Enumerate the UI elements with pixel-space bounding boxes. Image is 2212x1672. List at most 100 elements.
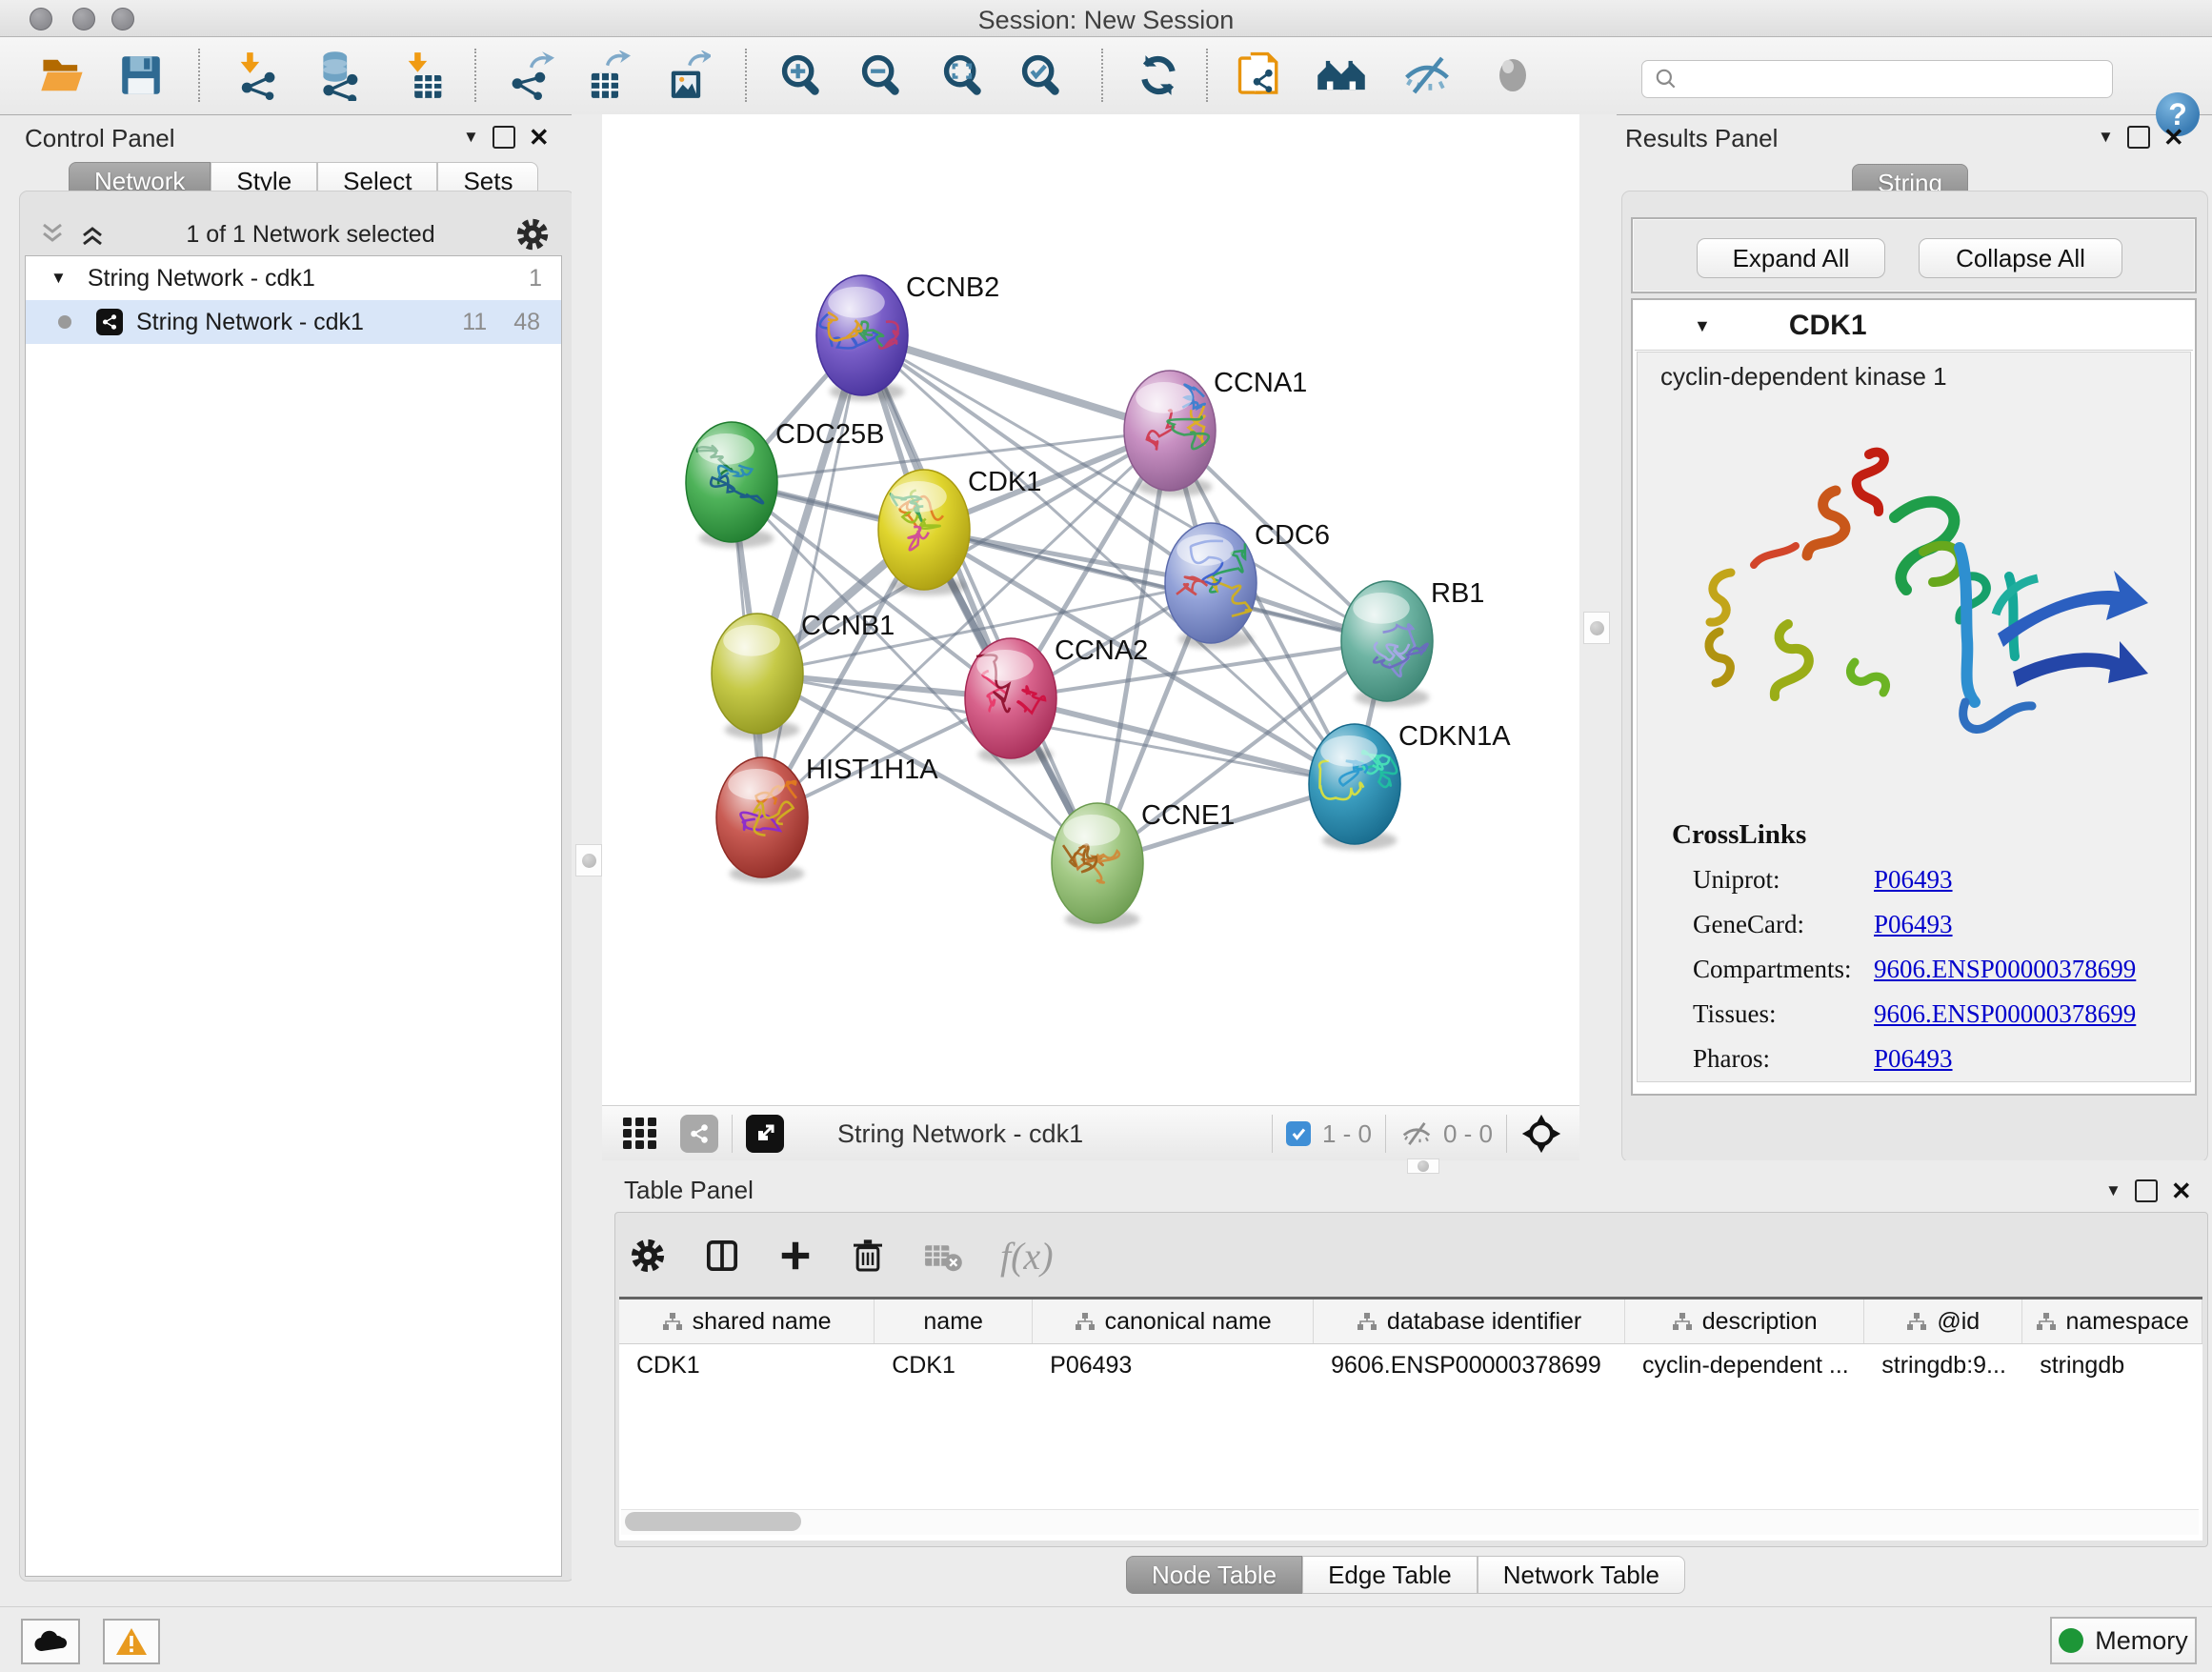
- eye-button[interactable]: [1486, 47, 1539, 104]
- collapse-all-button[interactable]: Collapse All: [1919, 238, 2122, 278]
- cloud-status-button[interactable]: [21, 1619, 80, 1664]
- table-cell[interactable]: CDK1: [875, 1344, 1033, 1386]
- crosslink-row: Tissues:9606.ENSP00000378699: [1693, 992, 2188, 1037]
- warning-status-button[interactable]: [103, 1619, 160, 1664]
- network-graph[interactable]: CCNB2CCNA1CDC25BCDK1CDC6RB1CCNB1CCNA2CDK…: [602, 114, 1579, 1105]
- export-network-button[interactable]: [503, 47, 556, 104]
- expand-all-button[interactable]: Expand All: [1697, 238, 1885, 278]
- collection-expander-icon[interactable]: ▼: [50, 269, 67, 288]
- show-columns-icon[interactable]: [703, 1237, 741, 1275]
- table-gear-icon[interactable]: [629, 1237, 667, 1275]
- column-header-canonical-name[interactable]: canonical name: [1033, 1299, 1314, 1343]
- network-document-button[interactable]: [1235, 47, 1288, 104]
- entry-expander-icon[interactable]: ▼: [1694, 316, 1711, 336]
- main-toolbar: ?: [0, 37, 2212, 115]
- network-node-ccnb2[interactable]: CCNB2: [816, 272, 999, 401]
- network-node-rb1[interactable]: RB1: [1341, 578, 1484, 707]
- open-session-button[interactable]: [36, 47, 90, 104]
- node-label-cdkn1a: CDKN1A: [1398, 721, 1511, 752]
- detach-view-icon[interactable]: [746, 1115, 784, 1153]
- expand-all-icon[interactable]: [78, 221, 107, 248]
- column-header-name[interactable]: name: [875, 1299, 1033, 1343]
- right-splitter-handle[interactable]: [1583, 612, 1610, 644]
- network-node-ccnb1[interactable]: CCNB1: [712, 611, 895, 739]
- left-splitter-handle[interactable]: [575, 844, 602, 876]
- close-panel-icon[interactable]: ✕: [2171, 1181, 2192, 1200]
- column-label: shared name: [693, 1308, 832, 1336]
- zoom-fit-button[interactable]: [937, 47, 991, 104]
- network-node-hist1h1a[interactable]: HIST1H1A: [716, 755, 938, 883]
- network-node-ccna2[interactable]: CCNA2: [965, 635, 1148, 764]
- crosslink-link[interactable]: P06493: [1874, 1044, 1953, 1074]
- delete-column-icon[interactable]: [850, 1237, 886, 1275]
- maximize-panel-icon[interactable]: [493, 126, 515, 149]
- import-network-file-button[interactable]: [231, 47, 284, 104]
- crosshair-icon[interactable]: [1520, 1113, 1562, 1155]
- close-panel-icon[interactable]: ✕: [2163, 128, 2184, 147]
- selected-checkbox-icon[interactable]: [1286, 1121, 1311, 1146]
- crosslink-link[interactable]: P06493: [1874, 865, 1953, 895]
- network-node-ccne1[interactable]: CCNE1: [1052, 800, 1235, 929]
- crosslink-link[interactable]: P06493: [1874, 910, 1953, 939]
- network-options-gear-icon[interactable]: [514, 216, 551, 252]
- zoom-selected-button[interactable]: [1016, 47, 1069, 104]
- column-header-namespace[interactable]: namespace: [2022, 1299, 2202, 1343]
- network-node-cdc6[interactable]: CDC6: [1165, 520, 1330, 649]
- network-row[interactable]: String Network - cdk1 11 48: [26, 300, 561, 344]
- column-label: name: [923, 1308, 983, 1336]
- memory-button[interactable]: Memory: [2050, 1617, 2197, 1664]
- maximize-panel-icon[interactable]: [2135, 1179, 2158, 1202]
- grid-view-icon[interactable]: [621, 1116, 659, 1152]
- table-row[interactable]: CDK1CDK1P064939606.ENSP00000378699cyclin…: [619, 1344, 2202, 1386]
- column-header-description[interactable]: description: [1625, 1299, 1864, 1343]
- search-box[interactable]: [1641, 60, 2113, 98]
- column-label: namespace: [2066, 1308, 2189, 1336]
- tab-node-table[interactable]: Node Table: [1126, 1556, 1302, 1594]
- crosslink-link[interactable]: 9606.ENSP00000378699: [1874, 955, 2136, 984]
- maximize-panel-icon[interactable]: [2127, 126, 2150, 149]
- table-horizontal-scrollbar[interactable]: [621, 1509, 2199, 1535]
- shared-column-icon: [1357, 1312, 1377, 1331]
- import-table-button[interactable]: [398, 47, 452, 104]
- table-cell[interactable]: 9606.ENSP00000378699: [1314, 1344, 1625, 1386]
- zoom-out-button[interactable]: [855, 47, 909, 104]
- export-table-button[interactable]: [579, 47, 633, 104]
- home-button[interactable]: [1315, 47, 1368, 104]
- float-panel-icon[interactable]: ▼: [2105, 1181, 2122, 1200]
- table-cell[interactable]: stringdb: [2022, 1344, 2202, 1386]
- network-edge[interactable]: [762, 335, 862, 817]
- node-table[interactable]: shared name name canonical namedatabase id…: [619, 1297, 2202, 1541]
- table-cell[interactable]: cyclin-dependent ...: [1625, 1344, 1864, 1386]
- shared-column-icon: [2036, 1312, 2057, 1331]
- float-panel-icon[interactable]: ▼: [2098, 128, 2114, 147]
- table-cell[interactable]: stringdb:9...: [1864, 1344, 2022, 1386]
- tab-edge-table[interactable]: Edge Table: [1302, 1556, 1478, 1594]
- table-cell[interactable]: CDK1: [619, 1344, 875, 1386]
- network-badge-icon[interactable]: [680, 1115, 718, 1153]
- column-header-database-identifier[interactable]: database identifier: [1314, 1299, 1625, 1343]
- save-session-button[interactable]: [114, 47, 168, 104]
- zoom-in-button[interactable]: [775, 47, 829, 104]
- add-column-icon[interactable]: [777, 1238, 814, 1274]
- network-canvas[interactable]: CCNB2CCNA1CDC25BCDK1CDC6RB1CCNB1CCNA2CDK…: [602, 114, 1579, 1105]
- scrollbar-thumb[interactable]: [625, 1512, 801, 1531]
- memory-button-label: Memory: [2095, 1626, 2188, 1656]
- network-node-cdc25b[interactable]: CDC25B: [686, 419, 884, 548]
- column-header--id[interactable]: @id: [1864, 1299, 2022, 1343]
- hide-show-button[interactable]: [1400, 47, 1454, 104]
- network-node-cdkn1a[interactable]: CDKN1A: [1309, 721, 1511, 850]
- tab-network-table[interactable]: Network Table: [1478, 1556, 1685, 1594]
- table-cell[interactable]: P06493: [1033, 1344, 1314, 1386]
- column-header-shared-name[interactable]: shared name: [619, 1299, 875, 1343]
- crosslink-link[interactable]: 9606.ENSP00000378699: [1874, 999, 2136, 1029]
- network-edge[interactable]: [862, 335, 1170, 431]
- export-image-button[interactable]: [659, 47, 713, 104]
- apply-layout-button[interactable]: [1132, 47, 1185, 104]
- import-network-database-button[interactable]: [311, 47, 364, 104]
- network-collection-row[interactable]: ▼ String Network - cdk1 1: [26, 256, 561, 300]
- collapse-all-icon[interactable]: [38, 221, 67, 248]
- search-input[interactable]: [1679, 65, 2082, 93]
- float-panel-icon[interactable]: ▼: [463, 128, 479, 147]
- cdk1-entry-header[interactable]: ▼ CDK1: [1635, 302, 2193, 351]
- close-panel-icon[interactable]: ✕: [529, 128, 550, 147]
